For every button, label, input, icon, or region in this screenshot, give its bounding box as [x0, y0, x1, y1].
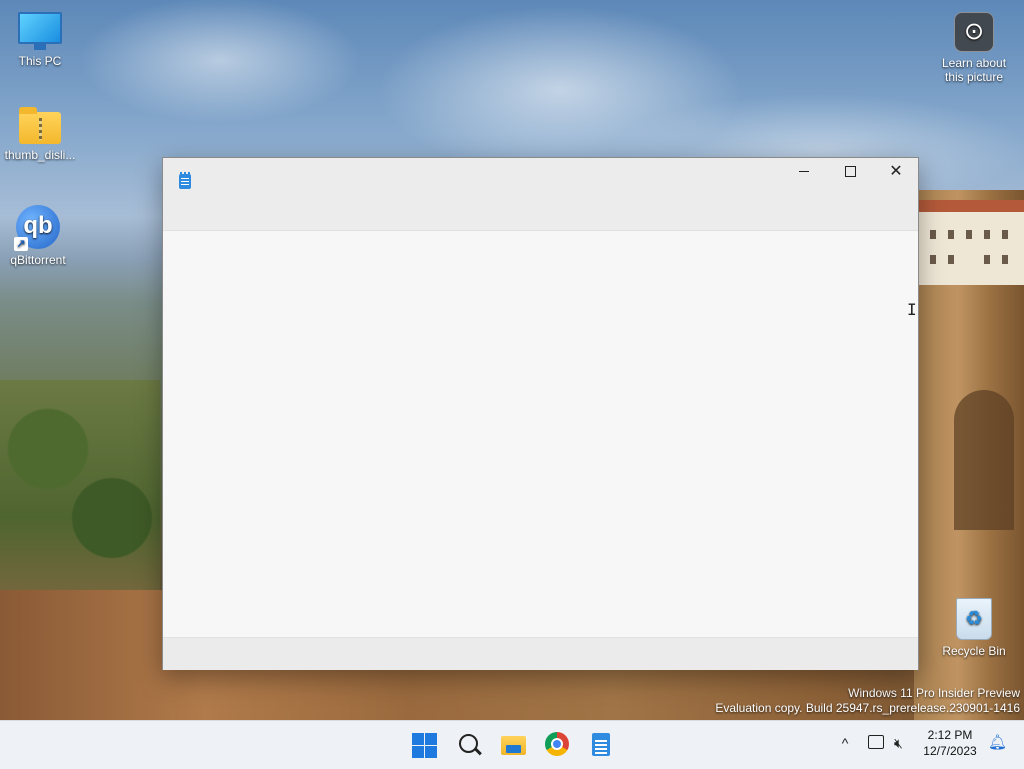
- network-icon[interactable]: [868, 735, 884, 749]
- watermark-line-1: Windows 11 Pro Insider Preview: [848, 686, 1020, 700]
- desktop-icon-this-pc[interactable]: This PC: [0, 12, 80, 68]
- clock[interactable]: 2:12 PM 12/7/2023: [918, 727, 982, 759]
- desktop-icon-label: Learn about this picture: [941, 56, 1007, 84]
- minimize-button[interactable]: [781, 158, 827, 188]
- notepad-icon: [179, 172, 191, 189]
- desktop-icon-label: qBittorrent: [10, 253, 66, 267]
- desktop-icon-learn-about-picture[interactable]: ⊙ Learn about this picture: [934, 12, 1014, 84]
- file-explorer-button[interactable]: [500, 731, 528, 759]
- monitor-icon: [18, 12, 62, 50]
- notification-bell-icon[interactable]: 🔔︎: [988, 735, 1007, 751]
- qbittorrent-icon: qb ↗: [14, 205, 60, 251]
- maximize-icon: [844, 166, 856, 178]
- watermark-line-2: Evaluation copy. Build 25947.rs_prerelea…: [715, 701, 1020, 715]
- volume-muted-icon[interactable]: 🔇︎: [894, 734, 912, 752]
- desktop-icon-zip-folder[interactable]: thumb_disli...: [0, 107, 80, 162]
- chrome-button[interactable]: [544, 731, 572, 759]
- status-bar: [163, 637, 918, 670]
- wallpaper-houses: [918, 200, 1024, 285]
- windows-logo-icon: [412, 733, 424, 745]
- clock-time: 2:12 PM: [927, 728, 973, 742]
- notepad-icon: [592, 733, 610, 756]
- recycle-bin-icon: ♻: [956, 598, 992, 640]
- text-editor-area[interactable]: [163, 231, 918, 636]
- desktop-icon-label: Recycle Bin: [942, 644, 1006, 658]
- close-button[interactable]: ✕: [873, 158, 919, 188]
- text-cursor-icon: I: [907, 300, 917, 319]
- wallpaper-foliage: [0, 380, 160, 610]
- notepad-window[interactable]: ✕: [162, 157, 919, 670]
- zip-folder-icon: [19, 107, 61, 144]
- desktop-icon-label: This PC: [18, 54, 62, 68]
- minimize-icon: [799, 171, 809, 173]
- close-icon: ✕: [889, 163, 903, 180]
- chevron-up-icon: ^: [841, 735, 849, 751]
- desktop-icon-label: thumb_disli...: [4, 148, 76, 162]
- clock-date: 12/7/2023: [923, 744, 977, 758]
- show-hidden-icons-button[interactable]: ^: [837, 735, 853, 751]
- windows-watermark: Windows 11 Pro Insider Preview Evaluatio…: [715, 686, 1020, 716]
- maximize-button[interactable]: [827, 158, 873, 188]
- title-bar[interactable]: ✕: [163, 158, 918, 231]
- camera-icon: ⊙: [954, 12, 994, 52]
- wallpaper-arch: [954, 390, 1014, 530]
- shortcut-arrow-icon: ↗: [14, 237, 28, 251]
- notepad-taskbar-button[interactable]: [588, 731, 616, 759]
- search-button[interactable]: [456, 731, 484, 759]
- start-button[interactable]: [412, 731, 440, 759]
- desktop-icon-recycle-bin[interactable]: ♻ Recycle Bin: [934, 598, 1014, 658]
- desktop-icon-qbittorrent[interactable]: qb ↗ qBittorrent: [0, 205, 78, 267]
